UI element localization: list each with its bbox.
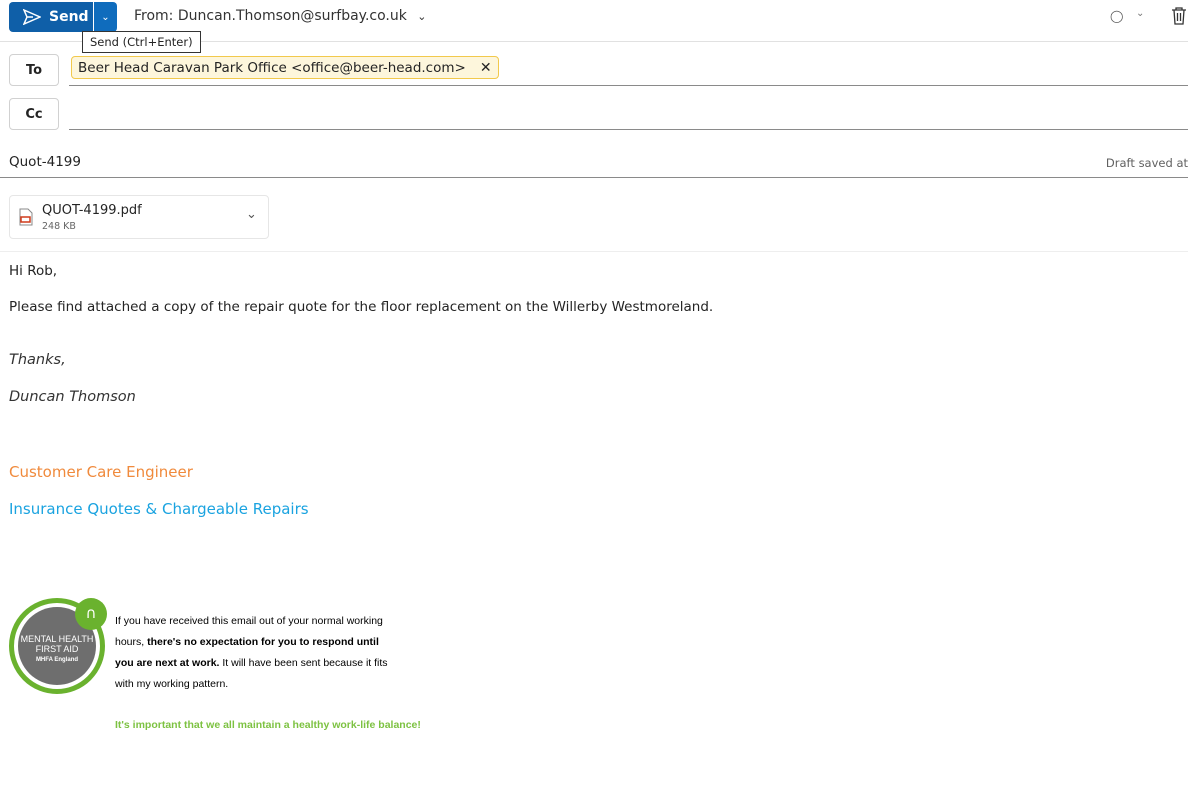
send-icon [23,9,41,25]
badge-text: MENTAL HEALTH [20,634,94,644]
send-options-button[interactable]: ⌄ [94,2,117,32]
department: Insurance Quotes & Chargeable Repairs [9,500,309,518]
attachment-size: 248 KB [42,221,76,232]
cc-button[interactable]: Cc [9,98,59,130]
recipient-name: Beer Head Caravan Park Office <office@be… [78,59,466,76]
message-text: Please find attached a copy of the repai… [9,299,714,315]
badge-text: MHFA England [35,657,79,663]
subject-underline [0,177,1188,178]
sender-name: Duncan Thomson [9,389,136,405]
sensitivity-shield-icon[interactable]: ◯ [1110,9,1123,23]
subject-input[interactable]: Quot-4199 [9,154,81,170]
chevron-down-icon[interactable]: ⌄ [1136,8,1144,19]
working-hours-note: If you have received this email out of y… [115,611,400,695]
badge-text: FIRST AID [35,644,79,654]
attachment-name: QUOT-4199.pdf [42,203,142,218]
send-button[interactable]: Send [9,2,93,32]
send-label: Send [49,9,89,25]
from-selector[interactable]: From: Duncan.Thomson@surfbay.co.uk ⌄ [134,8,427,24]
to-field[interactable] [69,85,1188,86]
to-button[interactable]: To [9,54,59,86]
divider [0,251,1188,252]
attachment-card[interactable]: QUOT-4199.pdf 248 KB ⌄ [9,195,269,239]
greeting: Hi Rob, [9,263,58,279]
pdf-file-icon [19,208,33,226]
discard-trash-icon[interactable] [1171,7,1187,29]
recipient-chip[interactable]: Beer Head Caravan Park Office <office@be… [71,56,499,79]
job-title: Customer Care Engineer [9,463,193,481]
chevron-down-icon: ⌄ [101,11,110,23]
send-tooltip: Send (Ctrl+Enter) [82,31,201,53]
cc-field[interactable] [69,129,1188,130]
close-icon[interactable]: ✕ [480,60,492,76]
mhfa-badge-logo: MENTAL HEALTH FIRST AID MHFA England ∩ [9,598,107,694]
balance-note: It's important that we all maintain a he… [115,719,421,731]
chevron-down-icon[interactable]: ⌄ [246,207,257,222]
from-address: From: Duncan.Thomson@surfbay.co.uk [134,8,407,24]
signoff: Thanks, [9,352,66,368]
draft-status: Draft saved at [1105,156,1188,170]
mhfa-icon: ∩ [75,598,107,630]
chevron-down-icon: ⌄ [417,10,427,23]
